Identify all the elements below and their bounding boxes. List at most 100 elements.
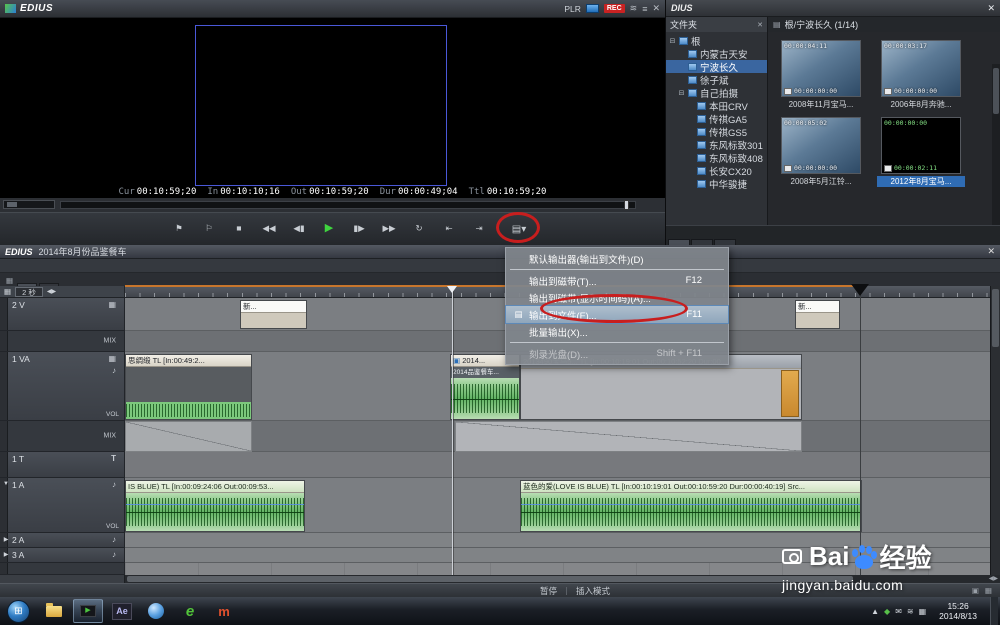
sequence-end-marker[interactable]	[851, 284, 869, 296]
thumbnail-2008-05-jiangling[interactable]: 00:00:05:02 00:00:00:00 2008年5月江铃...	[777, 117, 865, 187]
va-clip-sichoudan[interactable]: 思绸缎 TL [In:00:49:2...	[125, 354, 252, 420]
scrollbar-thumb[interactable]	[127, 576, 853, 582]
audio-clip-love-is-blue-1[interactable]: IS BLUE) TL [In:00:09:24:06 Out:00:09:53…	[125, 480, 305, 532]
tree-item-root[interactable]: 根	[666, 34, 767, 47]
expand-icon[interactable]: ▶	[1, 536, 11, 543]
window-menu-icon[interactable]: ≡	[642, 4, 647, 14]
track-header-1a[interactable]: ▼ 1 A ♪ VOL	[0, 478, 125, 533]
close-icon[interactable]: ✕	[652, 3, 660, 14]
tree-item-zijipaishe[interactable]: 自己拍摄	[666, 86, 767, 99]
video-clip[interactable]: 新...	[240, 300, 307, 329]
clip-thumbnail-image[interactable]: 00:00:00:00 00:00:02:11	[881, 117, 961, 174]
taskbar-clock[interactable]: 15:26 2014/8/13	[931, 601, 985, 621]
taskbar-after-effects-icon[interactable]: Ae	[107, 599, 137, 623]
context-menu-item[interactable]	[510, 269, 724, 270]
taskbar-browser-icon[interactable]	[141, 599, 171, 623]
goto-in-button[interactable]: ⇤	[438, 220, 460, 237]
track-header-1t[interactable]: 1 T T	[0, 452, 125, 478]
start-button[interactable]: ⊞	[7, 600, 30, 623]
position-slider-thumb[interactable]	[624, 200, 629, 210]
tree-item-bentian-crv[interactable]: 本田CRV	[666, 99, 767, 112]
clip-transition-segment[interactable]	[781, 370, 799, 417]
taskbar-e-app-icon[interactable]: e	[175, 599, 205, 623]
track-header-va-mix[interactable]: MIX	[0, 421, 125, 452]
loop-button[interactable]: ↻	[408, 220, 430, 237]
timeline-vertical-scrollbar[interactable]	[990, 286, 1000, 575]
audio-mixer-block[interactable]	[455, 421, 802, 452]
goto-out-button[interactable]: ⇥	[468, 220, 490, 237]
mark-out-button[interactable]: ⚐	[198, 220, 220, 237]
thumbnail-2008-11-bmw[interactable]: 00:00:04:11 00:00:00:00 2008年11月宝马...	[777, 40, 865, 110]
tray-mail-icon[interactable]: ✉	[895, 607, 902, 616]
track-header-2a[interactable]: ▶ 2 A ♪	[0, 533, 125, 548]
taskbar-edius-icon[interactable]: ▶	[73, 599, 103, 623]
track-header-3a[interactable]: ▶ 3 A ♪	[0, 548, 125, 563]
audio-track-icon[interactable]: ♪	[112, 535, 116, 544]
play-button[interactable]: ▶	[318, 220, 340, 237]
menu-item-batch-export[interactable]: 批量输出(X)...	[506, 323, 728, 340]
tree-item-xuzibin[interactable]: 徐子斌	[666, 73, 767, 86]
audio-clip-love-is-blue-2[interactable]: 蓝色的爱(LOVE IS BLUE) TL [In:00:10:19:01 Ou…	[520, 480, 862, 532]
zoom-level[interactable]: 2 秒	[15, 287, 43, 297]
rewind-button[interactable]: ◀◀	[258, 220, 280, 237]
menu-item-burn-disc[interactable]: 刻录光盘(D)... Shift + F11	[506, 345, 728, 362]
tree-item-chuanqi-ga5[interactable]: 传祺GA5	[666, 112, 767, 125]
close-icon[interactable]: ✕	[987, 246, 995, 257]
tray-display-icon[interactable]: ▦	[919, 607, 927, 616]
rec-indicator[interactable]: REC	[604, 4, 625, 13]
tray-expand-icon[interactable]: ▲	[871, 607, 879, 616]
playhead-marker[interactable]	[447, 286, 457, 293]
tree-item-ningbo-changjiu[interactable]: 宁波长久	[666, 60, 767, 73]
jog-slider[interactable]	[3, 200, 55, 209]
zoom-arrows-icon[interactable]: ◀▶	[47, 288, 56, 295]
layout-icon[interactable]: ≋	[630, 3, 638, 14]
stop-button[interactable]: ■	[228, 220, 250, 237]
tray-icon[interactable]: ◆	[884, 607, 890, 616]
tree-item-zhonghua-junjie[interactable]: 中华骏捷	[666, 177, 767, 190]
tree-item-dongfengbiaozhi-408[interactable]: 东风标致408	[666, 151, 767, 164]
track-header-v-mix[interactable]: MIX	[0, 331, 125, 352]
video-track-icon[interactable]: ▦	[108, 300, 116, 309]
sequence-list-icon[interactable]: ▦	[6, 276, 13, 285]
audio-track-icon[interactable]: ♪	[112, 550, 116, 559]
show-desktop-button[interactable]	[990, 597, 998, 625]
audio-track-icon[interactable]: ♪	[112, 366, 116, 375]
clip-thumbnail-image[interactable]: 00:00:05:02 00:00:00:00	[781, 117, 861, 174]
audio-mixer-block[interactable]	[125, 421, 252, 452]
collapse-icon[interactable]: ▼	[1, 481, 11, 487]
frame-forward-button[interactable]: ▮▶	[348, 220, 370, 237]
taskbar-m-app-icon[interactable]: m	[209, 599, 239, 623]
fast-forward-button[interactable]: ▶▶	[378, 220, 400, 237]
expand-icon[interactable]: ▶	[1, 551, 11, 558]
video-track-icon[interactable]: ▦	[108, 354, 116, 363]
mark-in-button[interactable]: ⚑	[168, 220, 190, 237]
clip-thumbnail-image[interactable]: 00:00:04:11 00:00:00:00	[781, 40, 861, 97]
taskbar-explorer-icon[interactable]	[39, 599, 69, 623]
tree-toggle-icon[interactable]	[678, 89, 685, 97]
grid-icon[interactable]: ▦	[4, 287, 11, 296]
thumbnail-2012-08-bmw[interactable]: 00:00:00:00 00:00:02:11 2012年8月宝马...	[877, 117, 965, 187]
playhead-line[interactable]	[452, 286, 453, 575]
menu-item-export-to-tape[interactable]: 输出到磁带(T)... F12	[506, 272, 728, 289]
thumbnail-2006-08-benz[interactable]: 00:00:03:17 00:00:00:00 2006年8月奔驰...	[877, 40, 965, 110]
tree-toggle-icon[interactable]	[669, 37, 676, 45]
track-header-1va[interactable]: 1 VA ▦ ♪ VOL	[0, 352, 125, 421]
video-clip[interactable]: 新...	[795, 300, 840, 329]
title-track-icon[interactable]: T	[111, 454, 116, 463]
menu-item-default-exporter[interactable]: 默认输出器(输出到文件)(D)	[506, 250, 728, 267]
close-icon[interactable]: ✕	[987, 3, 995, 14]
clip-thumbnail-image[interactable]: 00:00:03:17 00:00:00:00	[881, 40, 961, 97]
track-header-2v[interactable]: 2 V ▦	[0, 298, 125, 331]
audio-track-icon[interactable]: ♪	[112, 480, 116, 489]
player-mode-icon[interactable]	[586, 4, 599, 13]
context-menu-item[interactable]	[510, 342, 724, 343]
close-panel-icon[interactable]: ✕	[757, 21, 763, 29]
tree-item-neimenggu-tianan[interactable]: 内蒙古天安	[666, 47, 767, 60]
tray-network-icon[interactable]: ≋	[907, 607, 914, 616]
position-slider[interactable]	[60, 201, 636, 209]
tree-item-changan-cx20[interactable]: 长安CX20	[666, 164, 767, 177]
tree-item-dongfengbiaozhi-301[interactable]: 东风标致301	[666, 138, 767, 151]
frame-back-button[interactable]: ◀▮	[288, 220, 310, 237]
tree-item-chuanqi-gs5[interactable]: 传祺GS5	[666, 125, 767, 138]
scrollbar-arrows-icon[interactable]: ◀▶	[989, 575, 998, 582]
